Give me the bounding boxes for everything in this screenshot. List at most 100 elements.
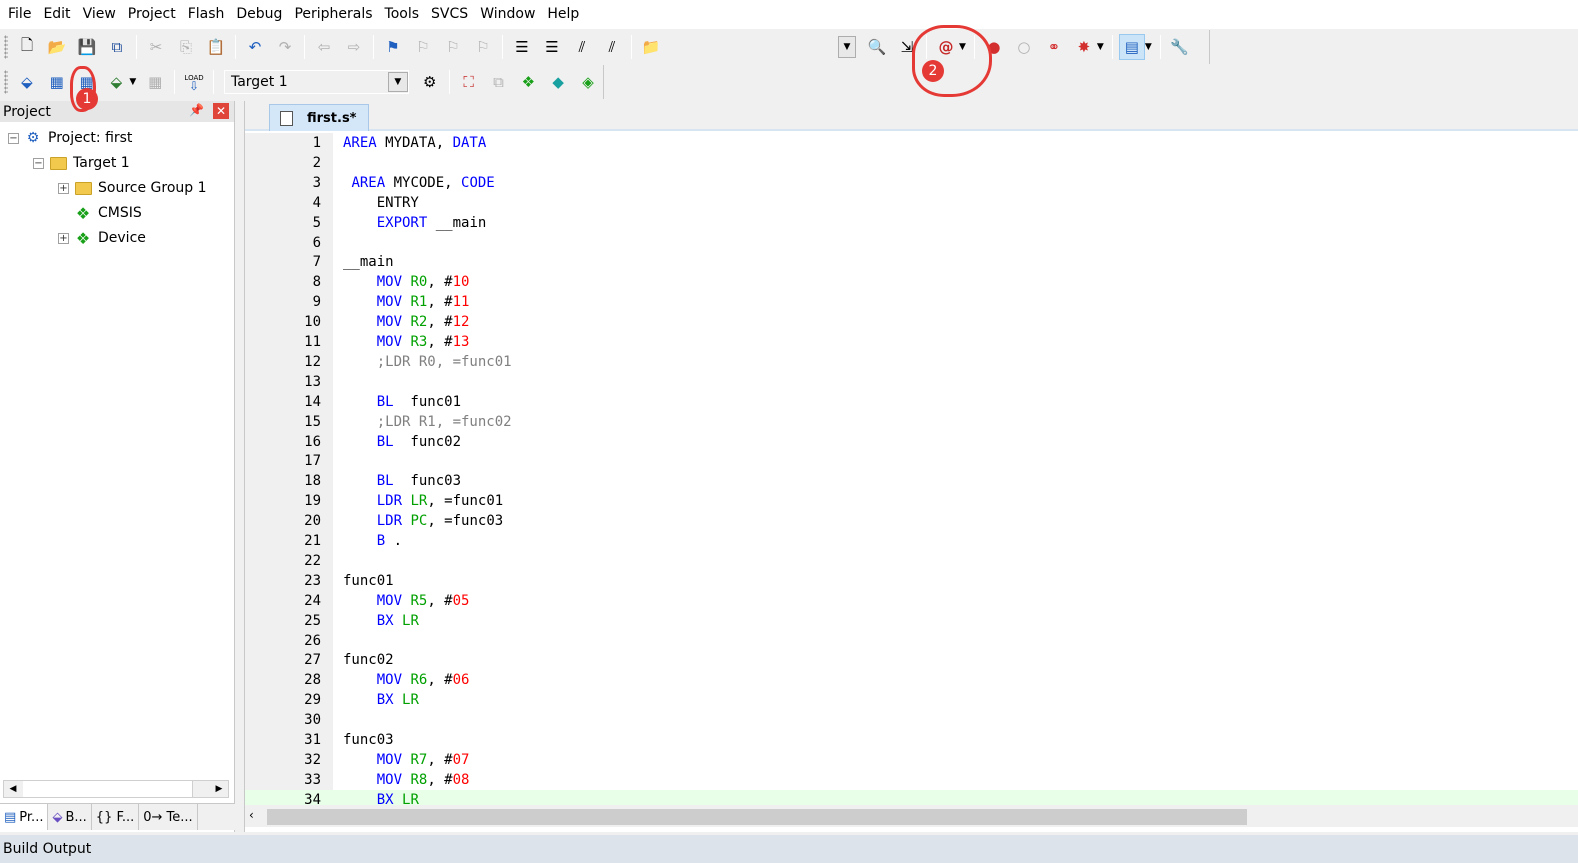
save-all-icon[interactable]: ⧉ [104, 34, 130, 60]
code-line[interactable]: 9 MOV R1, #11 [245, 292, 1578, 312]
code-line[interactable]: 25 BX LR [245, 611, 1578, 631]
menu-project[interactable]: Project [122, 0, 182, 29]
toolbar-grip[interactable] [4, 70, 8, 94]
tab-books[interactable]: ⬙ B... [48, 804, 92, 830]
breakpoint-disable-all-icon[interactable]: ⚭ [1041, 34, 1067, 60]
code-line[interactable]: 27 func02 [245, 650, 1578, 670]
bookmark-icon[interactable]: ⚑ [380, 34, 406, 60]
chevron-down-icon[interactable]: ▼ [1097, 42, 1104, 52]
tree-item-cmsis[interactable]: ❖ CMSIS [73, 201, 142, 225]
bookmark-prev-icon[interactable]: ⚐ [410, 34, 436, 60]
code-line[interactable]: 12 ;LDR R0, =func01 [245, 352, 1578, 372]
save-icon[interactable]: 💾 [74, 34, 100, 60]
collapse-icon[interactable]: − [8, 132, 19, 144]
bookmark-clear-icon[interactable]: ⚐ [470, 34, 496, 60]
paste-icon[interactable]: 📋 [203, 34, 229, 60]
configure-icon[interactable]: 🔧 [1167, 34, 1193, 60]
code-line[interactable]: 21 B . [245, 531, 1578, 551]
close-icon[interactable]: ✕ [213, 103, 229, 119]
code-line[interactable]: 28 MOV R6, #06 [245, 670, 1578, 690]
tree-item-source-group[interactable]: + Source Group 1 [58, 176, 207, 200]
code-line[interactable]: 15 ;LDR R1, =func02 [245, 412, 1578, 432]
undo-icon[interactable]: ↶ [242, 34, 268, 60]
stop-build-icon[interactable]: ▦ [142, 69, 168, 95]
code-line[interactable]: 30 [245, 710, 1578, 730]
window-layout-icon[interactable]: ▤ [1118, 34, 1145, 60]
code-line[interactable]: 26 [245, 631, 1578, 651]
comment-icon[interactable]: ⫽ [569, 34, 595, 60]
scroll-left-icon[interactable]: ‹ [249, 808, 254, 822]
code-line[interactable]: 6 [245, 233, 1578, 253]
cut-icon[interactable]: ✂ [143, 34, 169, 60]
menu-view[interactable]: View [77, 0, 122, 29]
unindent-icon[interactable]: ☰ [539, 34, 565, 60]
find-in-files-icon[interactable]: 📁 [638, 34, 664, 60]
copy-icon[interactable]: ⎘ [173, 34, 199, 60]
manage-multi-project-icon[interactable]: ⧉ [486, 69, 512, 95]
code-line[interactable]: 5 EXPORT __main [245, 213, 1578, 233]
select-packs-icon[interactable]: ◆ [545, 69, 571, 95]
code-line[interactable]: 22 [245, 551, 1578, 571]
build-icon[interactable]: ▦ [44, 69, 70, 95]
tree-item-project[interactable]: − ⚙ Project: first [8, 126, 132, 150]
bookmark-next-icon[interactable]: ⚐ [440, 34, 466, 60]
navigate-back-icon[interactable]: ⇦ [311, 34, 337, 60]
tab-first-s[interactable]: first.s* [269, 104, 370, 131]
menu-flash[interactable]: Flash [182, 0, 231, 29]
batch-build-icon[interactable]: ⬙ [104, 69, 130, 95]
code-line[interactable]: 32 MOV R7, #07 [245, 750, 1578, 770]
tree-item-device[interactable]: + ❖ Device [58, 226, 146, 250]
download-icon[interactable]: LOAD ⇩ [181, 69, 207, 95]
breakpoint-kill-all-icon[interactable]: ✸ [1071, 34, 1097, 60]
expand-icon[interactable]: + [58, 232, 69, 244]
code-line[interactable]: 34 BX LR [245, 789, 1578, 805]
toolbar-grip[interactable] [4, 35, 8, 59]
translate-icon[interactable]: ⬙ [14, 69, 40, 95]
chevron-down-icon[interactable]: ▼ [129, 77, 136, 87]
pin-icon[interactable]: 📌 [189, 103, 204, 117]
code-line[interactable]: 2 [245, 153, 1578, 173]
uncomment-icon[interactable]: ⫽ [599, 34, 625, 60]
scroll-left-icon[interactable]: ◀ [4, 781, 22, 797]
menu-file[interactable]: File [2, 0, 37, 29]
code-line[interactable]: 33 MOV R8, #08 [245, 770, 1578, 790]
code-line[interactable]: 10 MOV R2, #12 [245, 312, 1578, 332]
menu-tools[interactable]: Tools [379, 0, 426, 29]
indent-icon[interactable]: ☰ [509, 34, 535, 60]
code-line[interactable]: 14 BL func01 [245, 392, 1578, 412]
project-horizontal-scrollbar[interactable]: ◀ ▶ [3, 780, 229, 798]
code-line[interactable]: 29 BX LR [245, 690, 1578, 710]
code-line[interactable]: 18 BL func03 [245, 471, 1578, 491]
code-line[interactable]: 1 AREA MYDATA, DATA [245, 133, 1578, 153]
chevron-down-icon[interactable]: ▼ [387, 72, 408, 92]
chevron-down-icon[interactable]: ▼ [1145, 42, 1152, 52]
code-line[interactable]: 23 func01 [245, 571, 1578, 591]
new-file-icon[interactable]: 🗋 [14, 34, 40, 60]
collapse-icon[interactable]: − [33, 157, 44, 169]
code-line[interactable]: 7 __main [245, 252, 1578, 272]
code-line[interactable]: 4 ENTRY [245, 193, 1578, 213]
find-combo-dropdown[interactable]: ▼ [838, 36, 856, 58]
tab-project[interactable]: ▤ Pr... [0, 804, 49, 830]
open-file-icon[interactable]: 📂 [44, 34, 70, 60]
code-line[interactable]: 3 AREA MYCODE, CODE [245, 173, 1578, 193]
target-options-icon[interactable]: ⚙ [417, 69, 443, 95]
code-line[interactable]: 16 BL func02 [245, 432, 1578, 452]
menu-peripherals[interactable]: Peripherals [288, 0, 378, 29]
menu-help[interactable]: Help [541, 0, 585, 29]
manage-project-items-icon[interactable]: ⛶ [456, 69, 482, 95]
pack-installer-icon[interactable]: ◈ [575, 69, 601, 95]
tab-functions[interactable]: {} F... [92, 804, 140, 830]
code-line[interactable]: 24 MOV R5, #05 [245, 591, 1578, 611]
target-select[interactable]: Target 1 ▼ [223, 70, 409, 94]
code-line[interactable]: 13 [245, 372, 1578, 392]
menu-edit[interactable]: Edit [37, 0, 76, 29]
menu-window[interactable]: Window [474, 0, 541, 29]
code-line[interactable]: 8 MOV R0, #10 [245, 272, 1578, 292]
scroll-right-icon[interactable]: ▶ [210, 781, 228, 797]
code-area[interactable]: 1 AREA MYDATA, DATA 2 3 AREA MYCODE, CODE 4 … [245, 133, 1578, 805]
code-line[interactable]: 20 LDR PC, =func03 [245, 511, 1578, 531]
code-line[interactable]: 17 [245, 451, 1578, 471]
code-line[interactable]: 19 LDR LR, =func01 [245, 491, 1578, 511]
expand-icon[interactable]: + [58, 182, 69, 194]
